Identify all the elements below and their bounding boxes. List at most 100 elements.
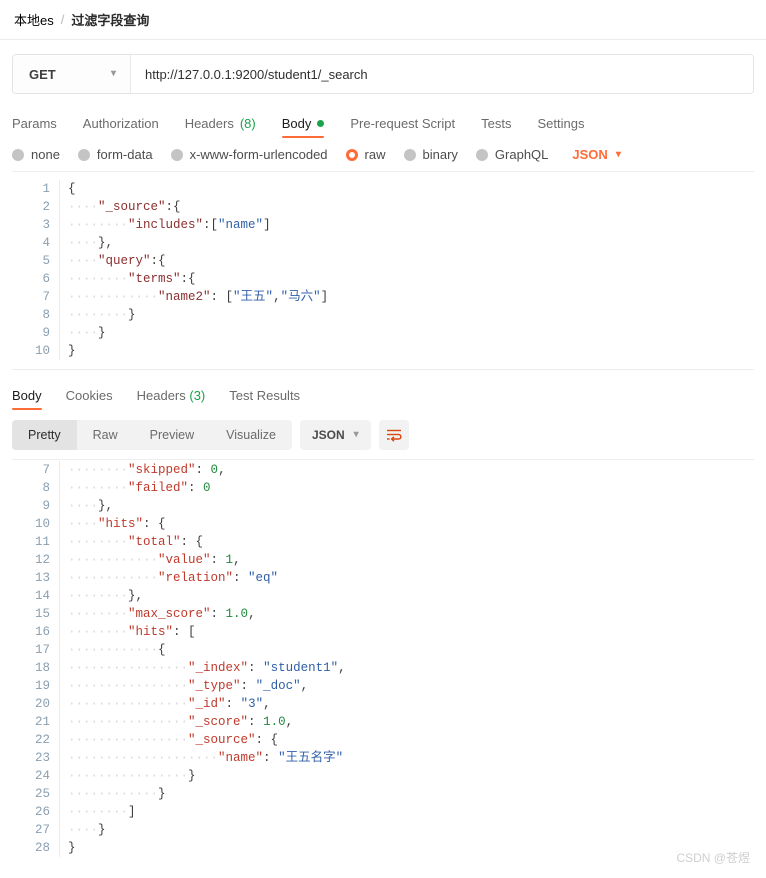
response-tab-label: Test Results — [229, 388, 301, 403]
code-line[interactable]: ········"failed": 0 — [68, 479, 754, 497]
code-line[interactable]: ················"_score": 1.0, — [68, 713, 754, 731]
chevron-down-icon: ▾ — [615, 148, 621, 160]
line-number: 13 — [34, 571, 50, 585]
body-type-raw[interactable]: raw — [345, 147, 386, 162]
request-tab-label: Params — [12, 116, 57, 131]
code-line[interactable]: ····}, — [68, 497, 754, 515]
response-tab-test-results[interactable]: Test Results — [229, 388, 300, 410]
body-type-label: GraphQL — [494, 147, 549, 162]
url-input[interactable]: http://127.0.0.1:9200/student1/_search — [131, 55, 753, 93]
code-line[interactable]: ········"skipped": 0, — [68, 461, 754, 479]
breadcrumb-root[interactable]: 本地es — [14, 10, 54, 29]
response-tab-body[interactable]: Body — [12, 388, 42, 410]
request-tab-tests[interactable]: Tests — [481, 116, 511, 138]
line-number: 2 — [42, 200, 50, 214]
request-tab-authorization[interactable]: Authorization — [83, 116, 159, 138]
code-line[interactable]: ················"_id": "3", — [68, 695, 754, 713]
postman-window: 本地es / 过滤字段查询 GET ▾ http://127.0.0.1:920… — [0, 0, 766, 878]
breadcrumb: 本地es / 过滤字段查询 — [0, 0, 766, 40]
body-type-binary[interactable]: binary — [403, 147, 458, 162]
code-line[interactable]: ····} — [68, 324, 754, 342]
word-wrap-button[interactable] — [378, 420, 409, 450]
body-format-value: JSON — [572, 147, 608, 162]
radio-icon — [170, 148, 183, 161]
code-line[interactable]: ····················"name": "王五名字" — [68, 749, 754, 767]
code-line[interactable]: ············} — [68, 785, 754, 803]
response-view-preview[interactable]: Preview — [134, 420, 210, 450]
line-number: 21 — [34, 715, 50, 729]
request-tab-pre-request-script[interactable]: Pre-request Script — [350, 116, 455, 138]
breadcrumb-current[interactable]: 过滤字段查询 — [71, 10, 149, 29]
response-view-raw[interactable]: Raw — [77, 420, 134, 450]
request-url-bar: GET ▾ http://127.0.0.1:9200/student1/_se… — [12, 54, 754, 94]
code-line[interactable]: ········"includes":["name"] — [68, 216, 754, 234]
body-type-none[interactable]: none — [12, 147, 60, 162]
line-number: 8 — [42, 481, 50, 495]
code-line[interactable]: ················"_index": "student1", — [68, 659, 754, 677]
line-number: 9 — [42, 326, 50, 340]
code-line[interactable]: ············"name2": ["王五","马六"] — [68, 288, 754, 306]
code-line[interactable]: ················} — [68, 767, 754, 785]
line-number: 7 — [42, 463, 50, 477]
code-line[interactable]: ········"total": { — [68, 533, 754, 551]
body-type-form-data[interactable]: form-data — [77, 147, 153, 162]
line-number: 10 — [34, 344, 50, 358]
code-line[interactable]: } — [68, 342, 754, 360]
response-view-visualize[interactable]: Visualize — [210, 420, 292, 450]
code-line[interactable]: ········] — [68, 803, 754, 821]
code-line[interactable]: ········} — [68, 306, 754, 324]
code-line[interactable]: ················"_source": { — [68, 731, 754, 749]
body-type-label: binary — [422, 147, 458, 162]
request-tab-label: Body — [281, 116, 312, 131]
code-line[interactable]: } — [68, 839, 754, 857]
request-tab-label: Pre-request Script — [350, 116, 456, 131]
code-line[interactable]: ········}, — [68, 587, 754, 605]
request-tab-headers[interactable]: Headers (8) — [185, 116, 256, 138]
code-line[interactable]: { — [68, 180, 754, 198]
code-line[interactable]: ········"terms":{ — [68, 270, 754, 288]
code-line[interactable]: ········"hits": [ — [68, 623, 754, 641]
breadcrumb-separator: / — [60, 12, 65, 27]
line-number: 12 — [34, 553, 50, 567]
response-format-select[interactable]: JSON ▾ — [299, 420, 371, 450]
code-line[interactable]: ····"query":{ — [68, 252, 754, 270]
body-type-x-www-form-urlencoded[interactable]: x-www-form-urlencoded — [170, 147, 328, 162]
http-method-select[interactable]: GET ▾ — [13, 55, 131, 93]
code-line[interactable]: ············{ — [68, 641, 754, 659]
request-tab-params[interactable]: Params — [12, 116, 57, 138]
code-line[interactable]: ················"_type": "_doc", — [68, 677, 754, 695]
line-number: 3 — [42, 218, 50, 232]
line-number: 26 — [34, 805, 50, 819]
response-view-pretty[interactable]: Pretty — [12, 420, 77, 450]
response-tab-cookies[interactable]: Cookies — [66, 388, 113, 410]
line-number: 15 — [34, 607, 50, 621]
body-type-graphql[interactable]: GraphQL — [475, 147, 549, 162]
line-number: 4 — [42, 236, 50, 250]
code-line[interactable]: ····} — [68, 821, 754, 839]
line-number: 10 — [34, 517, 50, 531]
response-editor-gutter: 7 8 9 10 11 12 13 14 15 16 17 18 19 20 21 22 23 24 25 26 27 2… — [12, 461, 60, 857]
request-tab-settings[interactable]: Settings — [537, 116, 584, 138]
request-tab-body[interactable]: Body — [281, 116, 325, 138]
response-toolbar: Pretty Raw Preview Visualize JSON ▾ — [12, 419, 754, 451]
request-body-editor[interactable]: 1 2 3 4 5 6 7 8 9 10 {····"_source":{········"inc… — [12, 172, 754, 370]
line-number: 27 — [34, 823, 50, 837]
code-line[interactable]: ····"_source":{ — [68, 198, 754, 216]
body-format-select[interactable]: JSON ▾ — [572, 147, 620, 162]
response-tab-label: Cookies — [65, 388, 113, 403]
request-editor-code[interactable]: {····"_source":{········"includes":["nam… — [60, 180, 754, 360]
response-tab-count: (3) — [185, 388, 206, 403]
code-line[interactable]: ············"relation": "eq" — [68, 569, 754, 587]
code-line[interactable]: ····"hits": { — [68, 515, 754, 533]
response-tab-headers[interactable]: Headers (3) — [137, 388, 206, 410]
line-number: 18 — [34, 661, 50, 675]
response-body-editor[interactable]: 7 8 9 10 11 12 13 14 15 16 17 18 19 20 21 22 23 24 25 26 27 2… — [12, 459, 754, 859]
code-line[interactable]: ············"value": 1, — [68, 551, 754, 569]
watermark: CSDN @苍煜 — [676, 851, 750, 865]
code-line[interactable]: ····}, — [68, 234, 754, 252]
code-line[interactable]: ········"max_score": 1.0, — [68, 605, 754, 623]
body-present-dot-icon — [317, 120, 325, 127]
chevron-down-icon: ▾ — [110, 68, 116, 79]
response-editor-code[interactable]: ········"skipped": 0, ········"failed": 0… — [60, 461, 754, 857]
body-type-label: form-data — [96, 147, 153, 162]
